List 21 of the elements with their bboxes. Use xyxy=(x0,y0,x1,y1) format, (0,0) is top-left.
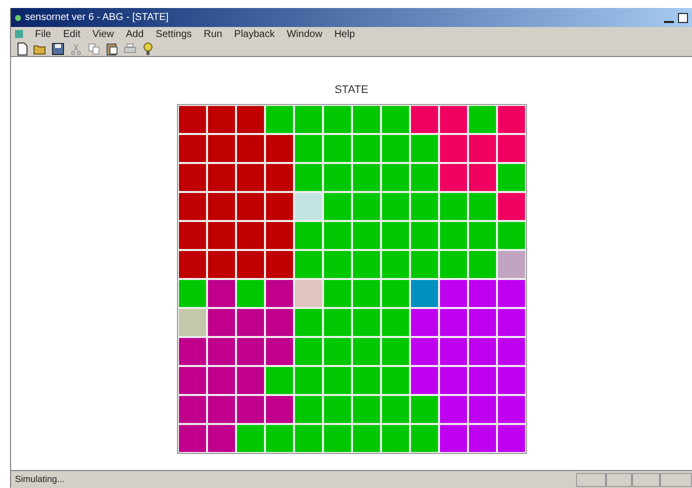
status-panel xyxy=(632,472,660,486)
maximize-button[interactable] xyxy=(678,12,688,22)
status-panel xyxy=(660,472,692,486)
grid-title: STATE xyxy=(334,83,368,96)
clipboard-icon[interactable] xyxy=(105,42,119,56)
window-title: sensornet ver 6 - ABG - [STATE] xyxy=(25,11,169,25)
menu-item[interactable]: Help xyxy=(334,26,355,42)
menu-item[interactable]: Playback xyxy=(234,26,275,42)
menu-item[interactable]: Settings xyxy=(156,26,192,42)
status-panel xyxy=(606,472,632,486)
app-icon xyxy=(15,14,21,20)
menu-item[interactable]: Window xyxy=(286,26,322,42)
menu-item[interactable]: Edit xyxy=(63,26,80,42)
status-text: Simulating... xyxy=(14,472,66,486)
menu-item[interactable]: File xyxy=(35,26,52,42)
lightbulb-icon[interactable] xyxy=(141,42,155,56)
status-panel xyxy=(576,472,606,486)
menu-item[interactable]: View xyxy=(92,26,114,42)
menu-item[interactable]: Add xyxy=(126,26,144,42)
menu-item[interactable]: Run xyxy=(204,26,222,42)
save-icon[interactable] xyxy=(51,42,65,56)
